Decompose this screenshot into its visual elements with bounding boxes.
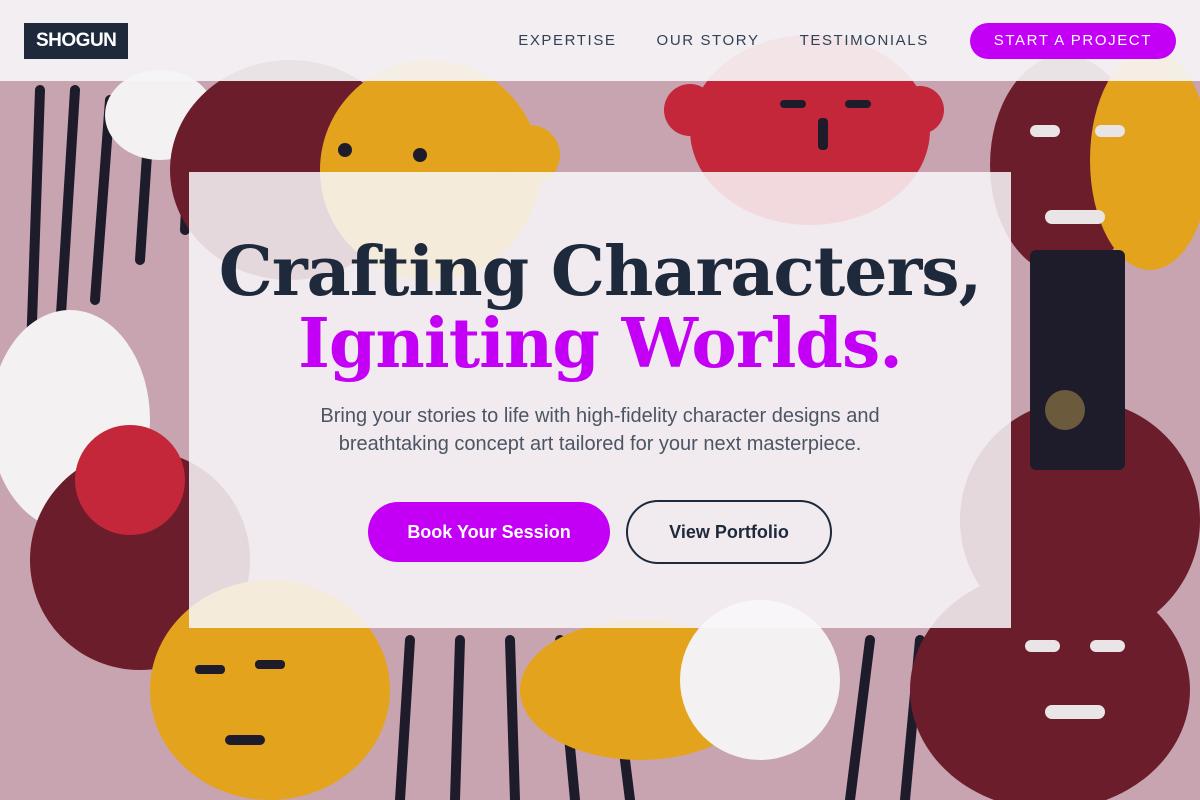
nav-link-our-story[interactable]: OUR STORY <box>657 32 760 49</box>
nav-link-expertise[interactable]: EXPERTISE <box>518 32 616 49</box>
book-session-button[interactable]: Book Your Session <box>368 502 610 562</box>
top-navbar: SHOGUN EXPERTISE OUR STORY TESTIMONIALS … <box>0 0 1200 81</box>
brand-logo[interactable]: SHOGUN <box>24 22 129 59</box>
view-portfolio-button[interactable]: View Portfolio <box>626 500 832 564</box>
hero-card: Crafting Characters, Igniting Worlds. Br… <box>189 172 1011 628</box>
hero-headline-line2: Igniting Worlds. <box>298 304 903 384</box>
main-nav: EXPERTISE OUR STORY TESTIMONIALS START A… <box>518 22 1176 59</box>
hero-button-row: Book Your Session View Portfolio <box>368 500 832 564</box>
nav-link-testimonials[interactable]: TESTIMONIALS <box>800 32 929 49</box>
hero-subtitle: Bring your stories to life with high-fid… <box>320 405 880 455</box>
start-project-button[interactable]: START A PROJECT <box>969 22 1176 59</box>
hero-headline-line1: Crafting Characters, <box>218 232 983 312</box>
